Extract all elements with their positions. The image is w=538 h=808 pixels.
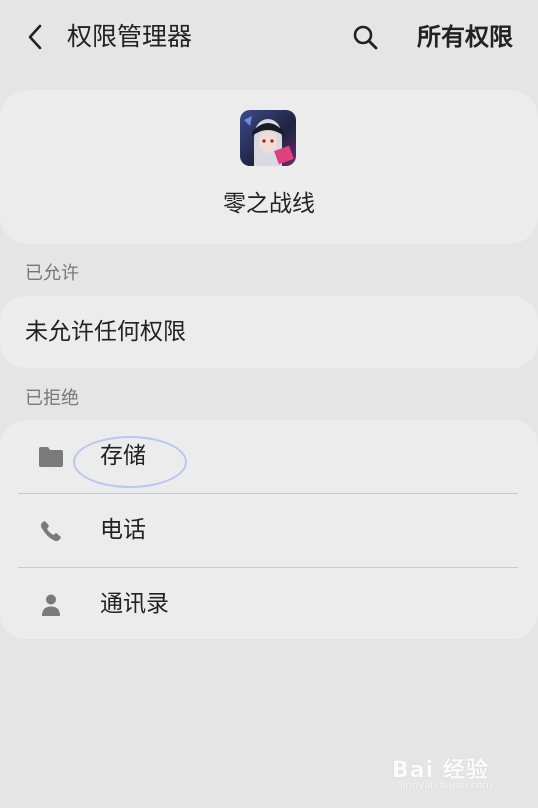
baidu-jingyan-watermark: Bai 经验 jingyan.baidu.com <box>392 746 522 798</box>
permission-row-contacts[interactable]: 通讯录 <box>0 568 538 641</box>
denied-section-label: 已拒绝 <box>25 388 79 409</box>
back-button[interactable] <box>20 22 50 52</box>
search-icon <box>353 25 378 50</box>
no-permissions-allowed-text: 未允许任何权限 <box>25 319 186 345</box>
phone-icon <box>38 518 64 544</box>
folder-icon <box>38 444 64 470</box>
watermark-url: jingyan.baidu.com <box>400 780 493 791</box>
app-name: 零之战线 <box>223 191 315 217</box>
permission-row-phone[interactable]: 电话 <box>0 494 538 567</box>
chevron-left-icon <box>28 24 42 50</box>
search-button[interactable] <box>350 22 380 52</box>
all-permissions-button[interactable]: 所有权限 <box>417 20 513 54</box>
app-icon <box>240 110 296 166</box>
denied-permissions-card: 存储 电话 通讯录 <box>0 420 538 639</box>
permission-label: 存储 <box>100 443 146 469</box>
allowed-permissions-card: 未允许任何权限 <box>0 296 538 368</box>
page-title: 权限管理器 <box>67 22 193 51</box>
permission-label: 电话 <box>100 517 146 543</box>
permission-label: 通讯录 <box>100 591 169 617</box>
top-bar: 权限管理器 所有权限 <box>0 0 538 76</box>
allowed-section-label: 已允许 <box>25 263 79 284</box>
person-icon <box>38 592 64 618</box>
permission-row-storage[interactable]: 存储 <box>0 420 538 493</box>
app-card: 零之战线 <box>0 90 538 244</box>
